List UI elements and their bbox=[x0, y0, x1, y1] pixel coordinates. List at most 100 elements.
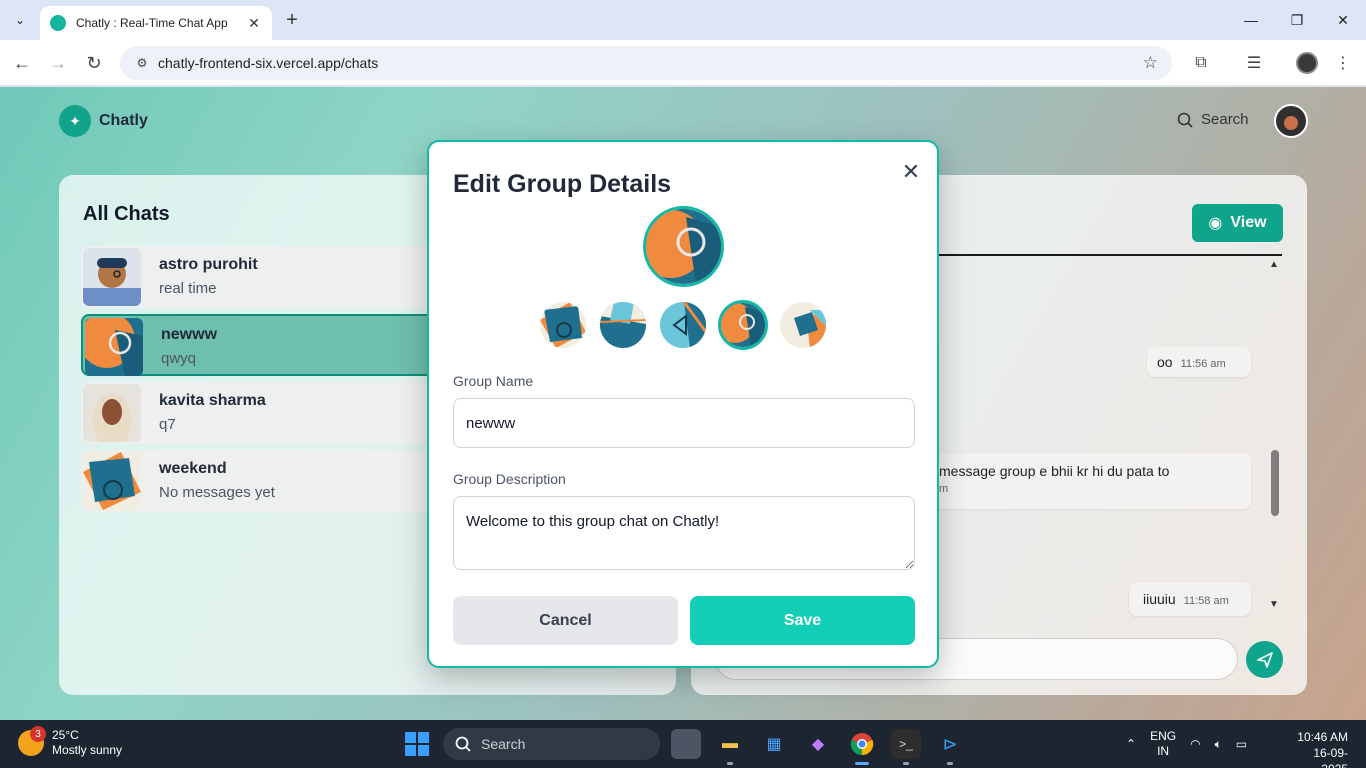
all-chats-title: All Chats bbox=[83, 203, 170, 225]
vscode-icon[interactable]: ⊳ bbox=[935, 729, 965, 765]
taskbar-clock[interactable]: 10:46 AM 16-09-2025 bbox=[1290, 729, 1348, 768]
forward-button[interactable]: → bbox=[43, 48, 73, 78]
profile-icon[interactable] bbox=[1295, 51, 1319, 75]
message-text: iiuuiu bbox=[1143, 591, 1176, 607]
url-text[interactable]: chatly-frontend-six.vercel.app/chats bbox=[158, 55, 1143, 71]
chat-name: weekend bbox=[159, 460, 227, 477]
chat-last-message: q7 bbox=[159, 416, 176, 433]
browser-tabstrip: ⌄ Chatly : Real-Time Chat App ✕ + — ❐ ✕ bbox=[0, 0, 1366, 40]
man-avatar-icon bbox=[83, 248, 141, 306]
group-description-input[interactable]: Welcome to this group chat on Chatly! bbox=[453, 496, 915, 570]
message-text: oo bbox=[1157, 354, 1173, 370]
header-search-label: Search bbox=[1201, 111, 1249, 128]
chat-item-weekend[interactable]: weekend No messages yet bbox=[81, 450, 441, 512]
search-icon bbox=[1177, 112, 1193, 128]
window-controls: — ❐ ✕ bbox=[1228, 0, 1366, 40]
chat-last-message: qwyq bbox=[161, 350, 197, 367]
windows-taskbar: 3 25°C Mostly sunny Search ▬ ▦ ◆ >_ ⊳ ⌃ … bbox=[0, 720, 1366, 768]
scrollbar-thumb[interactable] bbox=[1271, 450, 1279, 516]
system-tray: ⌃ ENG IN ◠ 🔈︎ ▭ bbox=[1126, 720, 1247, 768]
user-avatar[interactable] bbox=[1274, 104, 1308, 138]
browser-tab-active[interactable]: Chatly : Real-Time Chat App ✕ bbox=[40, 6, 272, 40]
clock-date: 16-09-2025 bbox=[1313, 746, 1348, 768]
group-avatar-orange-icon bbox=[85, 318, 143, 376]
search-icon bbox=[455, 736, 471, 752]
avatar-option-2[interactable] bbox=[600, 302, 646, 348]
taskbar-search-label: Search bbox=[481, 736, 526, 752]
message-time: m bbox=[939, 483, 949, 495]
save-button[interactable]: Save bbox=[690, 596, 915, 645]
group-avatar-preview bbox=[643, 206, 724, 287]
chat-item-astro-purohit[interactable]: astro purohit real time bbox=[81, 246, 441, 308]
minimize-button[interactable]: — bbox=[1228, 0, 1274, 40]
weather-widget[interactable]: 3 25°C Mostly sunny bbox=[18, 726, 123, 758]
chrome-icon[interactable] bbox=[847, 729, 877, 765]
view-button[interactable]: ◉ View bbox=[1192, 204, 1283, 242]
group-name-input[interactable] bbox=[453, 398, 915, 448]
woman-avatar-icon bbox=[83, 384, 141, 442]
reload-button[interactable]: ↻ bbox=[79, 48, 109, 78]
chat-item-kavita-sharma[interactable]: kavita sharma q7 bbox=[81, 382, 441, 444]
browser-toolbar: ← → ↻ ⚙ chatly-frontend-six.vercel.app/c… bbox=[0, 40, 1366, 86]
site-info-icon[interactable]: ⚙ bbox=[134, 55, 150, 71]
logo-text[interactable]: Chatly bbox=[99, 112, 148, 130]
battery-icon[interactable]: ▭ bbox=[1236, 737, 1247, 751]
back-button[interactable]: ← bbox=[7, 48, 37, 78]
file-explorer-icon[interactable]: ▬ bbox=[715, 729, 745, 765]
cancel-button[interactable]: Cancel bbox=[453, 596, 678, 645]
eye-icon: ◉ bbox=[1208, 215, 1223, 232]
wifi-icon[interactable]: ◠ bbox=[1190, 737, 1200, 751]
reading-list-icon[interactable]: ☰ bbox=[1242, 51, 1266, 75]
scroll-up-arrow-icon[interactable]: ▲ bbox=[1269, 259, 1279, 270]
weather-condition: Mostly sunny bbox=[52, 743, 123, 757]
modal-title: Edit Group Details bbox=[453, 170, 672, 198]
message-text: message group e bhii kr hi du pata to bbox=[939, 463, 1170, 479]
send-icon bbox=[1256, 651, 1273, 668]
chrome-logo-icon bbox=[850, 733, 874, 756]
taskbar-search-box[interactable]: Search bbox=[443, 728, 660, 760]
microsoft-store-icon[interactable]: ▦ bbox=[759, 729, 789, 759]
terminal-icon[interactable]: >_ bbox=[891, 729, 921, 765]
windows-start-icon[interactable] bbox=[405, 732, 429, 756]
avatar-option-4-selected[interactable] bbox=[718, 300, 768, 350]
chat-item-newww[interactable]: newww qwyq bbox=[81, 314, 441, 376]
weather-badge: 3 bbox=[30, 726, 46, 742]
close-icon[interactable]: ✕ bbox=[899, 159, 923, 184]
lang-primary: ENG bbox=[1150, 729, 1177, 743]
new-tab-button[interactable]: + bbox=[280, 8, 304, 32]
group-name-label: Group Name bbox=[453, 373, 534, 389]
close-tab-icon[interactable]: ✕ bbox=[246, 15, 262, 32]
chat-name: astro purohit bbox=[159, 256, 258, 273]
message-time: 11:58 am bbox=[1183, 595, 1229, 607]
header-search-button[interactable]: Search bbox=[1177, 111, 1249, 128]
clock-time: 10:46 AM bbox=[1297, 730, 1348, 744]
address-bar[interactable]: ⚙ chatly-frontend-six.vercel.app/chats ☆ bbox=[120, 46, 1172, 80]
avatar-option-5[interactable] bbox=[780, 302, 826, 348]
tab-search-button[interactable]: ⌄ bbox=[6, 6, 34, 34]
scroll-down-arrow-icon[interactable]: ▼ bbox=[1269, 599, 1279, 610]
send-button[interactable] bbox=[1246, 641, 1283, 678]
group-description-label: Group Description bbox=[453, 471, 566, 487]
menu-kebab-icon[interactable]: ⋮ bbox=[1331, 51, 1355, 75]
chat-name: kavita sharma bbox=[159, 392, 266, 409]
language-indicator[interactable]: ENG IN bbox=[1150, 729, 1176, 759]
weather-temperature: 25°C bbox=[52, 728, 79, 742]
volume-icon[interactable]: 🔈︎ bbox=[1215, 737, 1222, 752]
message-bubble: oo 11:56 am bbox=[1147, 347, 1251, 377]
chevron-up-icon[interactable]: ⌃ bbox=[1126, 737, 1136, 751]
avatar-option-3[interactable] bbox=[660, 302, 706, 348]
restore-button[interactable]: ❐ bbox=[1274, 0, 1320, 40]
bookmark-star-icon[interactable]: ☆ bbox=[1143, 53, 1158, 73]
message-time: 11:56 am bbox=[1180, 358, 1226, 370]
header-divider bbox=[937, 254, 1282, 256]
lang-secondary: IN bbox=[1157, 744, 1170, 758]
chat-last-message: real time bbox=[159, 280, 217, 297]
tab-title: Chatly : Real-Time Chat App bbox=[76, 16, 228, 30]
copilot-icon[interactable]: ◆ bbox=[803, 729, 833, 759]
extensions-icon[interactable]: ⧉ bbox=[1189, 51, 1213, 75]
task-view-icon[interactable] bbox=[671, 729, 701, 759]
close-window-button[interactable]: ✕ bbox=[1320, 0, 1366, 40]
sun-cloud-icon: 3 bbox=[18, 726, 46, 756]
chatly-logo-icon[interactable]: ✦ bbox=[59, 105, 91, 137]
avatar-option-1[interactable] bbox=[540, 302, 586, 348]
